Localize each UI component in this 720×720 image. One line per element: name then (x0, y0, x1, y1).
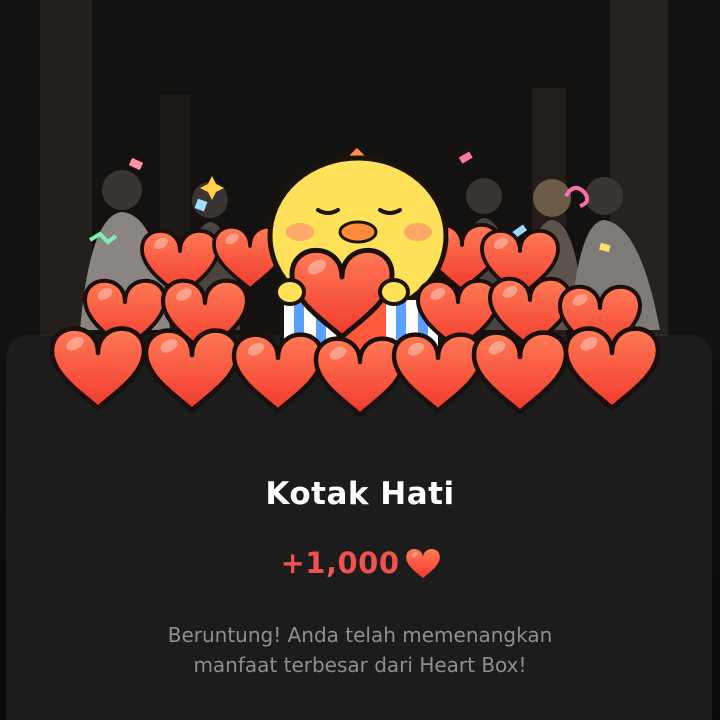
reward-message-line-1: Beruntung! Anda telah memenangkan (167, 623, 553, 647)
reward-title: Kotak Hati (265, 476, 455, 512)
chick-hearts-illustration (40, 155, 680, 430)
reward-message: Beruntung! Anda telah memenangkan manfaa… (0, 620, 720, 680)
reward-message-line-2: manfaat terbesar dari Heart Box! (193, 653, 527, 677)
heart-icon (405, 548, 440, 579)
reward-screen: Kotak Hati +1,000 Beruntung! Anda telah … (0, 0, 720, 720)
reward-amount-row: +1,000 (0, 546, 720, 580)
reward-amount: +1,000 (280, 546, 400, 580)
